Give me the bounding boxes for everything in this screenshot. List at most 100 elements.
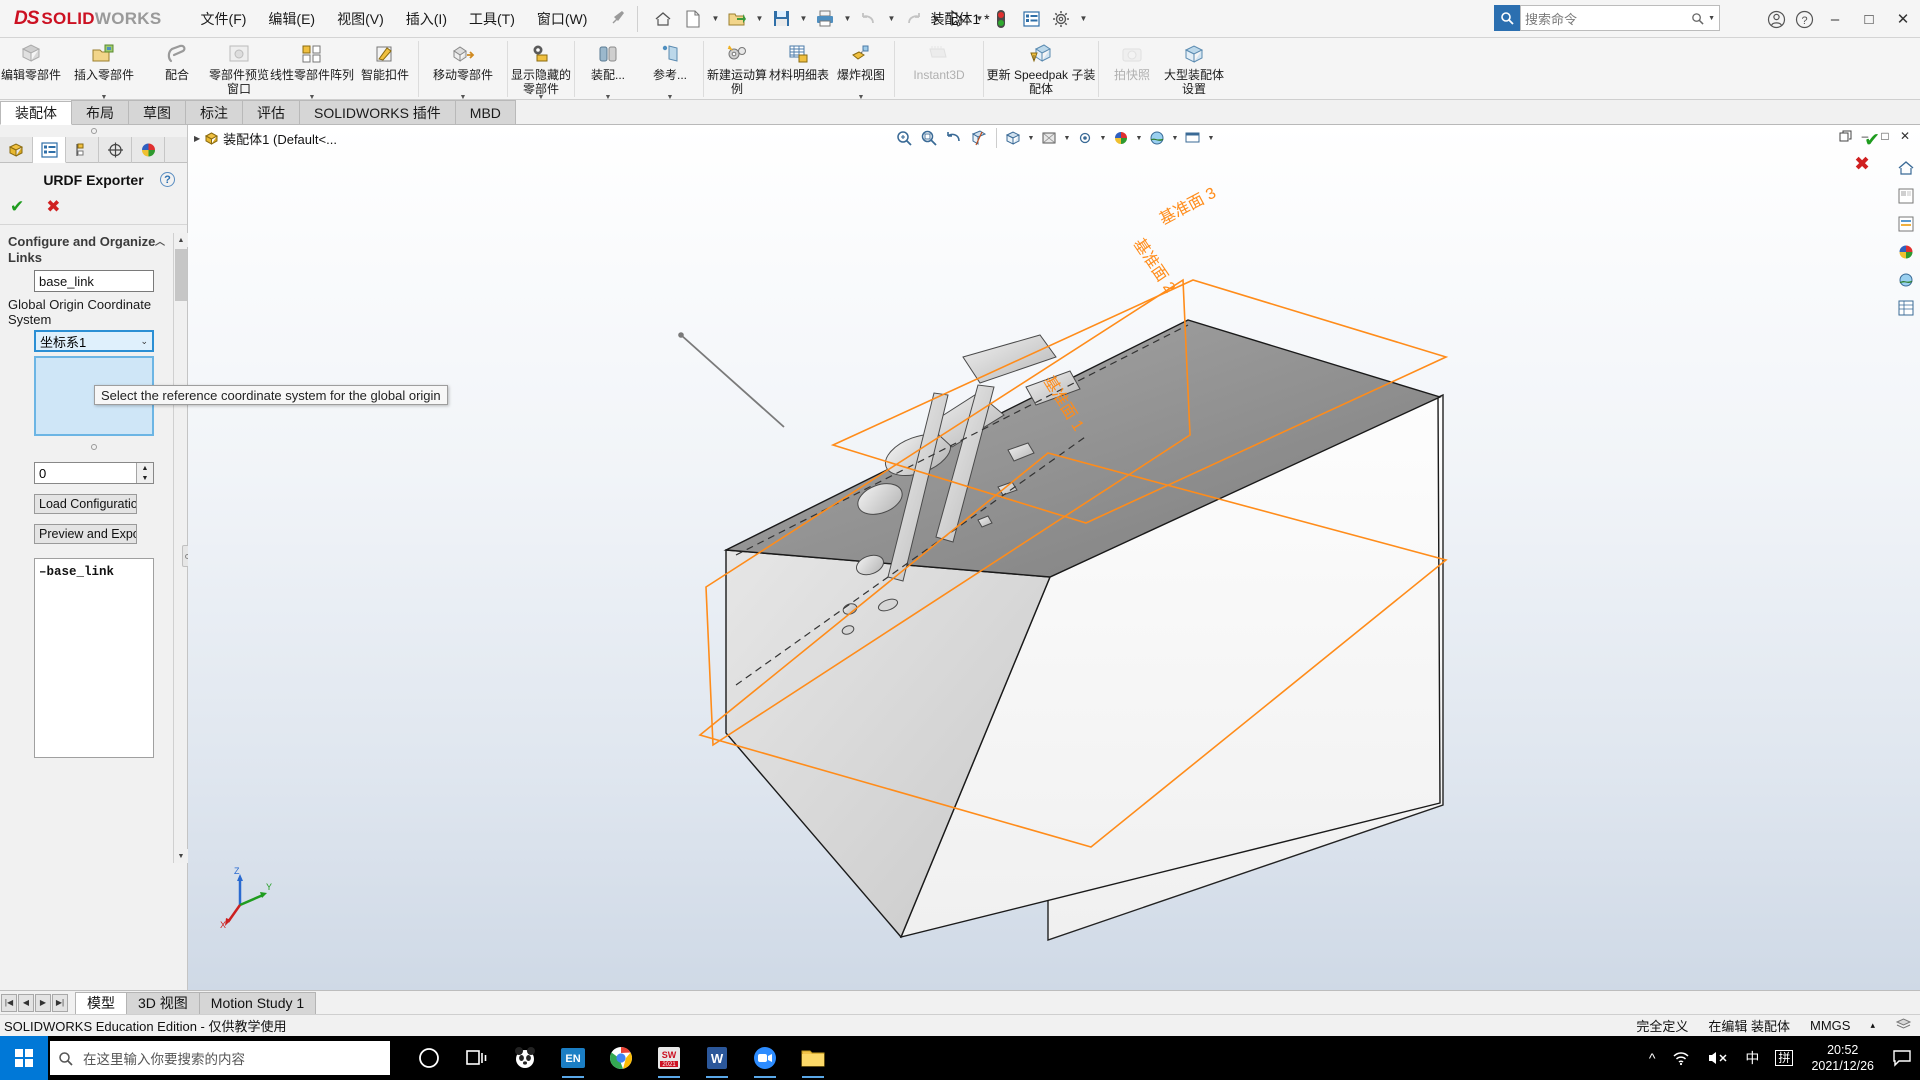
tray-expand-chevron-icon[interactable]: ^ bbox=[1641, 1036, 1664, 1080]
undo-dropdown[interactable]: ▼ bbox=[884, 4, 898, 34]
notifications-icon[interactable] bbox=[1884, 1036, 1920, 1080]
cancel-button[interactable]: ✖ bbox=[46, 197, 60, 217]
tab-sketch[interactable]: 草图 bbox=[128, 100, 186, 124]
tab-assembly[interactable]: 装配体 bbox=[0, 101, 72, 125]
listbox-resize-handle[interactable] bbox=[8, 438, 179, 453]
graphics-area[interactable]: ▼ ▼ ▼ ▼ ▼ ▼ – □ ✕ ▶ 装配体1 (Default<... ✔ … bbox=[188, 125, 1920, 990]
link-name-input[interactable] bbox=[34, 270, 154, 292]
prev-tab-icon[interactable]: ◀ bbox=[18, 993, 34, 1012]
menu-view[interactable]: 视图(V) bbox=[326, 5, 395, 33]
maximize-button[interactable]: □ bbox=[1852, 0, 1886, 38]
first-tab-icon[interactable]: |◀ bbox=[1, 993, 17, 1012]
scroll-up-icon[interactable]: ▲ bbox=[174, 233, 188, 247]
redo-dropdown[interactable]: ▼ bbox=[928, 4, 942, 34]
panda-antivirus-icon[interactable] bbox=[502, 1036, 548, 1080]
english-ime-icon[interactable]: EN bbox=[550, 1036, 596, 1080]
ime-language-indicator[interactable]: 中 bbox=[1737, 1036, 1767, 1080]
new-doc-icon[interactable] bbox=[678, 4, 708, 34]
configuration-manager-tab[interactable] bbox=[66, 137, 99, 163]
ok-button[interactable]: ✔ bbox=[10, 197, 24, 217]
ribbon-linear-pattern[interactable]: 线性零部件阵列 ▼ bbox=[270, 38, 354, 101]
ribbon-bill-of-materials[interactable]: 材料明细表 bbox=[768, 38, 830, 100]
wifi-icon[interactable] bbox=[1663, 1036, 1699, 1080]
layers-icon[interactable] bbox=[1895, 1017, 1912, 1035]
ribbon-insert-component[interactable]: 插入零部件 ▼ bbox=[62, 38, 146, 101]
property-manager-tab[interactable] bbox=[33, 137, 66, 163]
settings-gear-icon[interactable] bbox=[1046, 4, 1076, 34]
taskbar-clock[interactable]: 20:52 2021/12/26 bbox=[1801, 1042, 1884, 1074]
task-view-icon[interactable] bbox=[454, 1036, 500, 1080]
chrome-icon[interactable] bbox=[598, 1036, 644, 1080]
taskbar-search-input[interactable]: 在这里输入你要搜索的内容 bbox=[50, 1041, 390, 1075]
print-dropdown[interactable]: ▼ bbox=[840, 4, 854, 34]
ribbon-component-preview[interactable]: 零部件预览窗口 bbox=[208, 38, 270, 100]
account-icon[interactable] bbox=[1762, 5, 1790, 33]
appearances-tab[interactable] bbox=[132, 137, 165, 163]
stepper-up-icon[interactable]: ▲ bbox=[136, 463, 153, 473]
minimize-button[interactable]: – bbox=[1818, 0, 1852, 38]
links-tree[interactable]: –base_link bbox=[34, 558, 154, 758]
solidworks-icon[interactable]: SW 2021 bbox=[646, 1036, 692, 1080]
ribbon-instant3d[interactable]: Instant3D bbox=[897, 38, 981, 100]
tab-evaluate[interactable]: 评估 bbox=[242, 100, 300, 124]
scroll-down-icon[interactable]: ▼ bbox=[174, 849, 188, 863]
save-icon[interactable] bbox=[766, 4, 796, 34]
windows-start-icon[interactable] bbox=[0, 1036, 48, 1080]
model-viewport[interactable]: 基准面 3 基准面 2 基准面 1 bbox=[188, 125, 1920, 990]
menu-tools[interactable]: 工具(T) bbox=[458, 5, 526, 33]
chevron-down-icon[interactable]: ⌄ bbox=[140, 336, 148, 347]
cortana-icon[interactable] bbox=[406, 1036, 452, 1080]
ribbon-large-assembly-settings[interactable]: 大型装配体设置 bbox=[1163, 38, 1225, 100]
home-icon[interactable] bbox=[648, 4, 678, 34]
chevron-up-icon[interactable]: ︿ bbox=[155, 235, 165, 251]
ribbon-show-hidden-components[interactable]: 显示隐藏的零部件 ▼ bbox=[510, 38, 572, 101]
menu-file[interactable]: 文件(F) bbox=[190, 5, 258, 33]
tab-mbd[interactable]: MBD bbox=[454, 100, 516, 124]
open-dropdown[interactable]: ▼ bbox=[752, 4, 766, 34]
volume-muted-icon[interactable] bbox=[1699, 1036, 1737, 1080]
new-doc-dropdown[interactable]: ▼ bbox=[708, 4, 722, 34]
coordinate-system-select[interactable]: 坐标系1 ⌄ bbox=[34, 330, 154, 352]
tree-expander-icon[interactable]: – bbox=[39, 565, 47, 579]
stepper-down-icon[interactable]: ▼ bbox=[136, 473, 153, 483]
section-header[interactable]: Configure and Organize Links ︿ bbox=[0, 225, 187, 270]
feature-manager-tab[interactable] bbox=[0, 137, 33, 163]
tree-node-base-link[interactable]: –base_link bbox=[39, 565, 149, 579]
zoom-icon[interactable] bbox=[742, 1036, 788, 1080]
undo-icon[interactable] bbox=[854, 4, 884, 34]
panel-drag-handle[interactable] bbox=[0, 125, 187, 137]
open-icon[interactable] bbox=[722, 4, 752, 34]
pin-icon[interactable] bbox=[610, 8, 627, 30]
ribbon-take-snapshot[interactable]: 拍快照 bbox=[1101, 38, 1163, 100]
options-list-icon[interactable] bbox=[1016, 4, 1046, 34]
menu-edit[interactable]: 编辑(E) bbox=[257, 5, 326, 33]
search-commands-icon[interactable] bbox=[1494, 5, 1520, 31]
ribbon-update-speedpak[interactable]: ! 更新 Speedpak 子装配体 bbox=[986, 38, 1096, 100]
menu-insert[interactable]: 插入(I) bbox=[395, 5, 458, 33]
ribbon-smart-fastener[interactable]: 智能扣件 bbox=[354, 38, 416, 100]
tab-markup[interactable]: 标注 bbox=[185, 100, 243, 124]
scrollbar-thumb[interactable] bbox=[175, 249, 187, 301]
load-configuration-button[interactable]: Load Configuration.. bbox=[34, 494, 137, 514]
help-icon[interactable]: ? bbox=[160, 172, 175, 187]
bottom-tab-model[interactable]: 模型 bbox=[75, 991, 127, 1014]
print-icon[interactable] bbox=[810, 4, 840, 34]
axis-value-stepper[interactable]: 0 ▲ ▼ bbox=[34, 462, 154, 484]
units-label[interactable]: MMGS bbox=[1810, 1018, 1850, 1033]
save-dropdown[interactable]: ▼ bbox=[796, 4, 810, 34]
next-tab-icon[interactable]: ▶ bbox=[35, 993, 51, 1012]
bottom-tab-motion-study[interactable]: Motion Study 1 bbox=[198, 991, 317, 1014]
dimxpert-manager-tab[interactable] bbox=[99, 137, 132, 163]
tab-layout[interactable]: 布局 bbox=[71, 100, 129, 124]
ime-mode-indicator[interactable]: 拼 bbox=[1767, 1036, 1801, 1080]
bottom-tab-3d-views[interactable]: 3D 视图 bbox=[126, 991, 200, 1014]
tab-solidworks-addins[interactable]: SOLIDWORKS 插件 bbox=[299, 100, 456, 124]
ribbon-edit-component[interactable]: 编辑零部件 bbox=[0, 38, 62, 100]
last-tab-icon[interactable]: ▶| bbox=[52, 993, 68, 1012]
units-dropdown-caret[interactable]: ▴ bbox=[1870, 1020, 1875, 1031]
ribbon-reference-geometry[interactable]: 参考... ▼ bbox=[639, 38, 701, 101]
menu-window[interactable]: 窗口(W) bbox=[526, 5, 599, 33]
ribbon-exploded-view[interactable]: 爆炸视图 ▼ bbox=[830, 38, 892, 101]
search-input[interactable]: 搜索命令 ▼ bbox=[1520, 5, 1720, 31]
settings-dropdown[interactable]: ▼ bbox=[1076, 4, 1090, 34]
